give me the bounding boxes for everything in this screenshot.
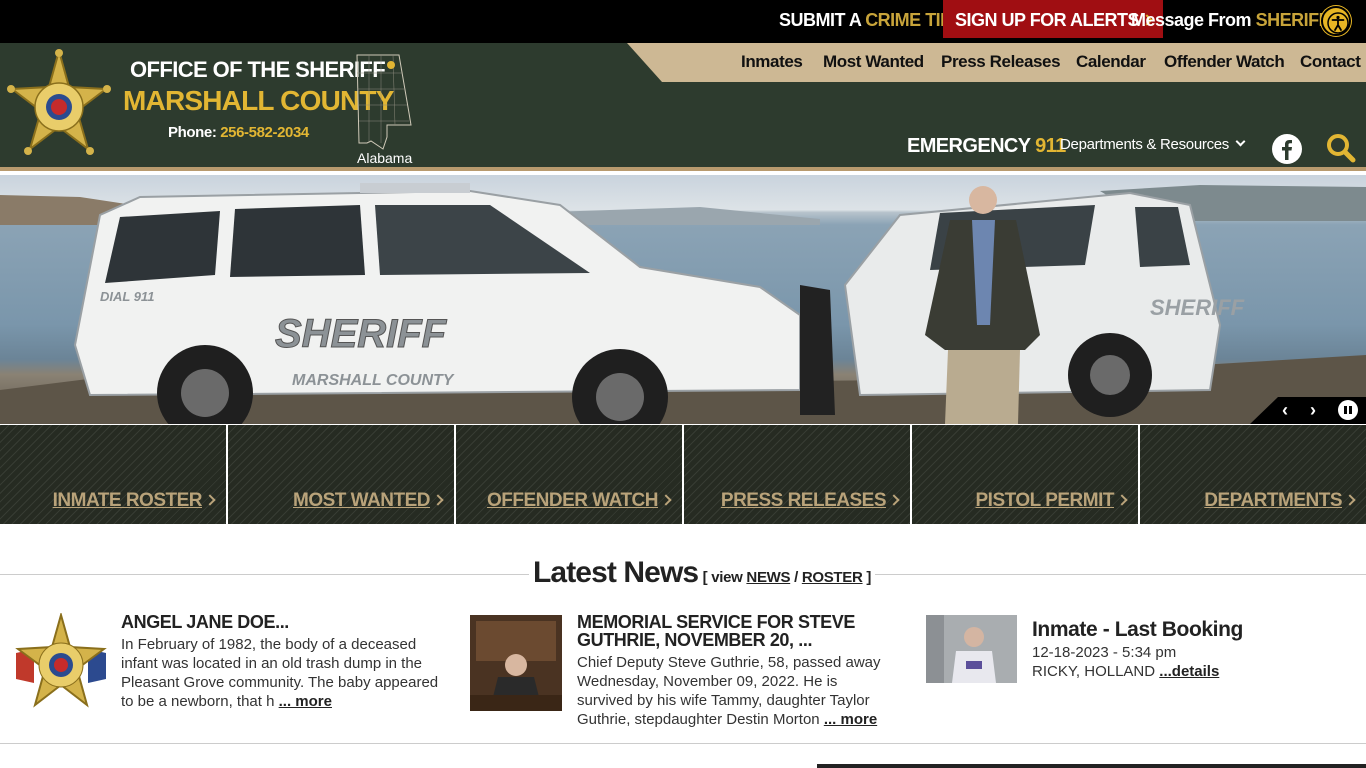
chevron-right-icon xyxy=(432,494,444,506)
chevron-down-icon xyxy=(1235,136,1246,147)
footer-strip xyxy=(817,764,1366,768)
booking-date: 12-18-2023 - 5:34 pm xyxy=(1032,644,1177,661)
tile-inmate-roster[interactable]: INMATE ROSTER xyxy=(0,424,228,524)
chevron-right-icon xyxy=(1344,494,1356,506)
tile-offender-watch[interactable]: OFFENDER WATCH xyxy=(456,424,684,524)
accessibility-icon[interactable] xyxy=(1321,6,1351,36)
news-thumb-photo[interactable] xyxy=(470,615,562,711)
message-from-sheriff-link[interactable]: Message From SHERIFF xyxy=(1131,0,1343,38)
tile-label: PRESS RELEASES xyxy=(720,490,887,511)
svg-text:DIAL 911: DIAL 911 xyxy=(100,289,154,304)
pause-icon[interactable] xyxy=(1338,400,1358,420)
news-item-title[interactable]: ANGEL JANE DOE... xyxy=(121,613,441,631)
chevron-right-icon xyxy=(888,494,900,506)
svg-text:SHERIFF: SHERIFF xyxy=(275,312,448,356)
emergency-911: EMERGENCY 911 xyxy=(907,135,1066,158)
tile-press-releases[interactable]: PRESS RELEASES xyxy=(684,424,912,524)
emergency-label: EMERGENCY xyxy=(907,135,1031,157)
news-thumb-badge[interactable] xyxy=(14,613,108,717)
nav-most-wanted[interactable]: Most Wanted xyxy=(823,52,924,72)
crime-tip-label-a: SUBMIT A xyxy=(779,10,861,30)
alerts-label: SIGN UP FOR ALERTS xyxy=(955,10,1140,30)
last-booking: Inmate - Last Booking 12-18-2023 - 5:34 … xyxy=(1032,619,1352,681)
state-label: Alabama xyxy=(357,150,413,166)
latest-news-title: Latest News xyxy=(533,556,699,589)
alabama-map-icon xyxy=(356,54,412,150)
submit-crime-tip-link[interactable]: SUBMIT A CRIME TIP xyxy=(779,0,966,38)
search-icon[interactable] xyxy=(1326,133,1356,163)
org-title-line1: OFFICE OF THE SHERIFF xyxy=(130,57,386,82)
svg-text:SHERIFF: SHERIFF xyxy=(1150,295,1245,320)
departments-label: Departments & Resources xyxy=(1060,136,1230,153)
tile-label: PISTOL PERMIT xyxy=(975,490,1115,511)
hero-slideshow: SHERIFF MARSHALL COUNTY DIAL 911 SHERIFF xyxy=(0,175,1366,424)
slide-next-button[interactable]: › xyxy=(1310,397,1316,423)
news-bottom-divider xyxy=(0,743,1366,744)
tile-pistol-permit[interactable]: PISTOL PERMIT xyxy=(912,424,1140,524)
booking-name: RICKY, HOLLAND xyxy=(1032,663,1156,680)
slide-prev-button[interactable]: ‹ xyxy=(1282,397,1288,423)
facebook-icon[interactable] xyxy=(1272,134,1302,164)
view-label: view xyxy=(711,569,743,586)
crime-tip-label-b: CRIME TIP xyxy=(865,10,952,30)
phone-line: Phone: 256-582-2034 xyxy=(168,124,309,141)
news-item-1: ANGEL JANE DOE... In February of 1982, t… xyxy=(121,613,441,711)
chevron-right-icon xyxy=(660,494,672,506)
tile-label: DEPARTMENTS xyxy=(1204,490,1342,511)
tile-departments[interactable]: DEPARTMENTS xyxy=(1140,424,1366,524)
read-more-link[interactable]: ... more xyxy=(824,711,877,728)
phone-label: Phone: xyxy=(168,124,217,141)
top-utility-bar: SUBMIT A CRIME TIP SIGN UP FOR ALERTS Me… xyxy=(0,0,1366,43)
tile-label: OFFENDER WATCH xyxy=(486,490,659,511)
nav-offender-watch[interactable]: Offender Watch xyxy=(1164,52,1285,72)
tile-label: MOST WANTED xyxy=(293,490,431,511)
site-header: OFFICE OF THE SHERIFF MARSHALL COUNTY Ph… xyxy=(0,43,1366,171)
main-nav: Inmates Most Wanted Press Releases Calen… xyxy=(627,43,1366,82)
chevron-right-icon xyxy=(204,494,216,506)
nav-contact[interactable]: Contact xyxy=(1300,52,1361,72)
nav-press-releases[interactable]: Press Releases xyxy=(941,52,1061,72)
news-item-title[interactable]: MEMORIAL SERVICE FOR STEVE GUTHRIE, NOVE… xyxy=(577,613,897,649)
message-label-a: Message From xyxy=(1131,10,1252,30)
message-label-b: SHERIFF xyxy=(1255,10,1330,30)
svg-text:MARSHALL COUNTY: MARSHALL COUNTY xyxy=(292,372,455,389)
booking-details-link[interactable]: ...details xyxy=(1159,663,1219,680)
roster-link[interactable]: ROSTER xyxy=(802,569,863,586)
sheriff-badge-logo[interactable] xyxy=(6,49,112,163)
nav-inmates[interactable]: Inmates xyxy=(741,52,803,72)
tile-most-wanted[interactable]: MOST WANTED xyxy=(228,424,456,524)
hero-photo-vehicles: SHERIFF MARSHALL COUNTY DIAL 911 SHERIFF xyxy=(0,183,1366,424)
latest-news-heading: Latest News [ view NEWS / ROSTER ] xyxy=(529,556,876,590)
news-link[interactable]: NEWS xyxy=(746,569,790,586)
departments-dropdown[interactable]: Departments & Resources xyxy=(1060,136,1246,153)
nav-calendar[interactable]: Calendar xyxy=(1076,52,1146,72)
inmate-booking-photo[interactable] xyxy=(926,615,1017,683)
tile-label: INMATE ROSTER xyxy=(52,490,203,511)
quick-link-tiles: INMATE ROSTER MOST WANTED OFFENDER WATCH… xyxy=(0,424,1366,524)
last-booking-title: Inmate - Last Booking xyxy=(1032,618,1243,641)
phone-number-link[interactable]: 256-582-2034 xyxy=(220,124,309,141)
chevron-right-icon xyxy=(1116,494,1128,506)
news-item-2: MEMORIAL SERVICE FOR STEVE GUTHRIE, NOVE… xyxy=(577,613,897,729)
read-more-link[interactable]: ... more xyxy=(279,693,332,710)
